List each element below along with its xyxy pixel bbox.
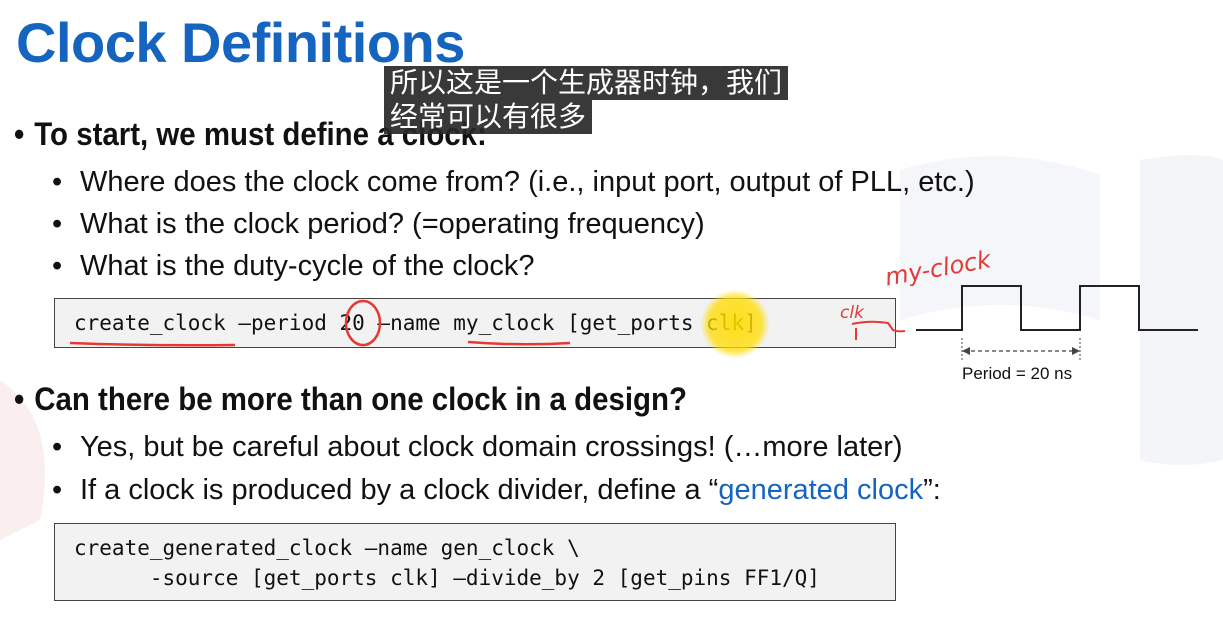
code-line-2: -source [get_ports clk] –divide_by 2 [ge… xyxy=(74,566,820,590)
code-line-1: create_generated_clock –name gen_clock \ xyxy=(74,536,580,560)
bullet-text: Can there be more than one clock in a de… xyxy=(34,381,687,417)
handwritten-clock-name: my-clock xyxy=(883,245,994,286)
bullet-sub-2-2: • If a clock is produced by a clock divi… xyxy=(52,474,941,507)
bullet-text: Yes, but be careful about clock domain c… xyxy=(80,431,903,463)
bullet-sub-2-1: • Yes, but be careful about clock domain… xyxy=(52,431,903,464)
bullet-text: If a clock is produced by a clock divide… xyxy=(80,474,719,506)
handwritten-port-label: clk xyxy=(840,303,865,323)
bullet-dot: • xyxy=(14,381,25,417)
handwritten-label: my-clock xyxy=(883,245,994,286)
slide: Clock Definitions • To start, we must de… xyxy=(0,0,1223,618)
handwritten-label: clk xyxy=(840,303,865,323)
period-label: Period = 20 ns xyxy=(962,364,1073,383)
bullet-dot: • xyxy=(52,474,63,506)
bullet-text-end: ”: xyxy=(923,474,941,506)
code-block-generated-clock: create_generated_clock –name gen_clock \… xyxy=(54,523,896,601)
bullet-main-2: • Can there be more than one clock in a … xyxy=(14,381,687,418)
bullet-dot: • xyxy=(52,431,63,463)
highlighted-term: generated clock xyxy=(718,474,924,506)
